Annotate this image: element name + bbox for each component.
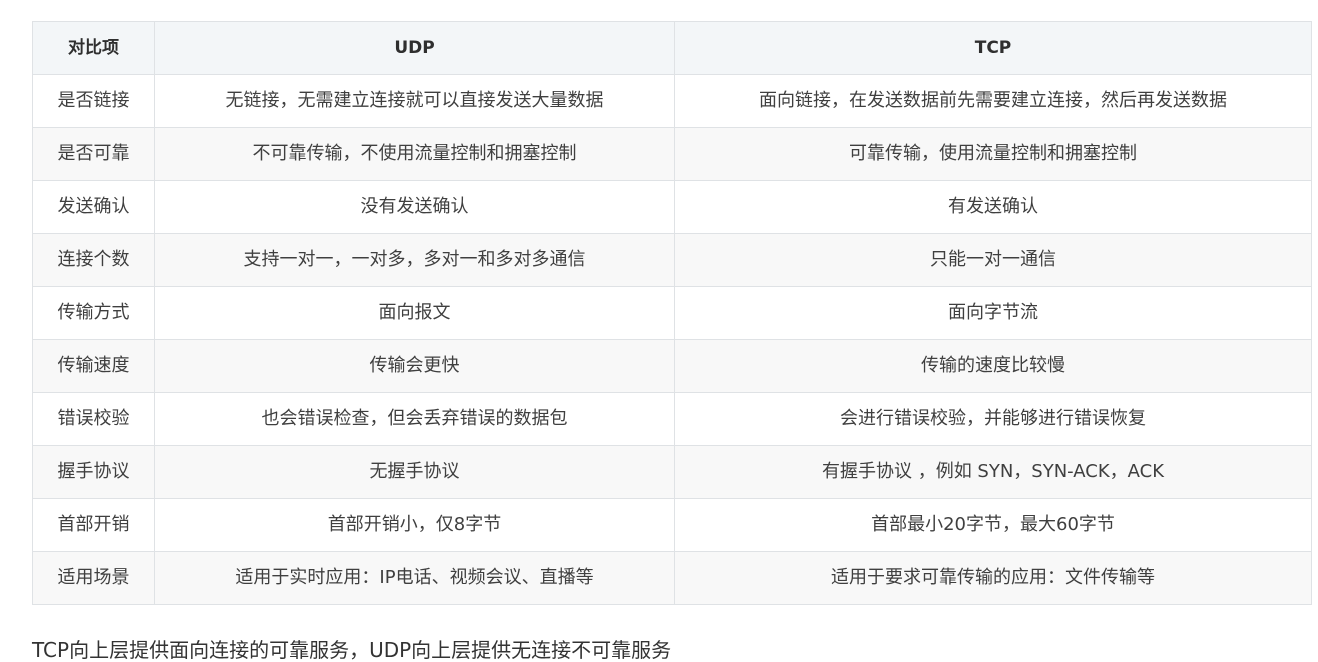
udp-cell: 无链接，无需建立连接就可以直接发送大量数据 [154, 74, 675, 128]
header-tcp: TCP [674, 21, 1312, 75]
tcp-cell: 传输的速度比较慢 [674, 339, 1312, 393]
row-label: 握手协议 [32, 445, 155, 499]
tcp-cell: 面向链接，在发送数据前先需要建立连接，然后再发送数据 [674, 74, 1312, 128]
udp-cell: 适用于实时应用：IP电话、视频会议、直播等 [154, 551, 675, 605]
udp-cell: 不可靠传输，不使用流量控制和拥塞控制 [154, 127, 675, 181]
table-row: 错误校验 也会错误检查，但会丢弃错误的数据包 会进行错误校验，并能够进行错误恢复 [32, 392, 1312, 446]
table-row: 是否链接 无链接，无需建立连接就可以直接发送大量数据 面向链接，在发送数据前先需… [32, 74, 1312, 128]
table-row: 首部开销 首部开销小，仅8字节 首部最小20字节，最大60字节 [32, 498, 1312, 552]
tcp-cell: 适用于要求可靠传输的应用：文件传输等 [674, 551, 1312, 605]
tcp-cell: 有握手协议 ，例如 SYN，SYN-ACK，ACK [674, 445, 1312, 499]
table-row: 连接个数 支持一对一，一对多，多对一和多对多通信 只能一对一通信 [32, 233, 1312, 287]
row-label: 首部开销 [32, 498, 155, 552]
tcp-cell: 可靠传输，使用流量控制和拥塞控制 [674, 127, 1312, 181]
udp-cell: 支持一对一，一对多，多对一和多对多通信 [154, 233, 675, 287]
udp-cell: 无握手协议 [154, 445, 675, 499]
table-row: 握手协议 无握手协议 有握手协议 ，例如 SYN，SYN-ACK，ACK [32, 445, 1312, 499]
udp-cell: 没有发送确认 [154, 180, 675, 234]
header-item: 对比项 [32, 21, 155, 75]
udp-cell: 首部开销小，仅8字节 [154, 498, 675, 552]
tcp-cell: 面向字节流 [674, 286, 1312, 340]
row-label: 传输方式 [32, 286, 155, 340]
comparison-table: 对比项 UDP TCP 是否链接 无链接，无需建立连接就可以直接发送大量数据 面… [32, 21, 1312, 605]
tcp-cell: 首部最小20字节，最大60字节 [674, 498, 1312, 552]
row-label: 传输速度 [32, 339, 155, 393]
row-label: 是否链接 [32, 74, 155, 128]
tcp-cell: 会进行错误校验，并能够进行错误恢复 [674, 392, 1312, 446]
row-label: 适用场景 [32, 551, 155, 605]
table-row: 传输速度 传输会更快 传输的速度比较慢 [32, 339, 1312, 393]
row-label: 连接个数 [32, 233, 155, 287]
table-row: 发送确认 没有发送确认 有发送确认 [32, 180, 1312, 234]
table-header-row: 对比项 UDP TCP [32, 21, 1312, 75]
row-label: 错误校验 [32, 392, 155, 446]
tcp-cell: 只能一对一通信 [674, 233, 1312, 287]
row-label: 发送确认 [32, 180, 155, 234]
udp-cell: 也会错误检查，但会丢弃错误的数据包 [154, 392, 675, 446]
tcp-cell: 有发送确认 [674, 180, 1312, 234]
header-udp: UDP [154, 21, 675, 75]
udp-cell: 面向报文 [154, 286, 675, 340]
table-row: 传输方式 面向报文 面向字节流 [32, 286, 1312, 340]
table-row: 适用场景 适用于实时应用：IP电话、视频会议、直播等 适用于要求可靠传输的应用：… [32, 551, 1312, 605]
summary-paragraph: TCP向上层提供面向连接的可靠服务，UDP向上层提供无连接不可靠服务 [32, 638, 672, 662]
comparison-table-container: 对比项 UDP TCP 是否链接 无链接，无需建立连接就可以直接发送大量数据 面… [32, 21, 1312, 605]
row-label: 是否可靠 [32, 127, 155, 181]
table-row: 是否可靠 不可靠传输，不使用流量控制和拥塞控制 可靠传输，使用流量控制和拥塞控制 [32, 127, 1312, 181]
udp-cell: 传输会更快 [154, 339, 675, 393]
